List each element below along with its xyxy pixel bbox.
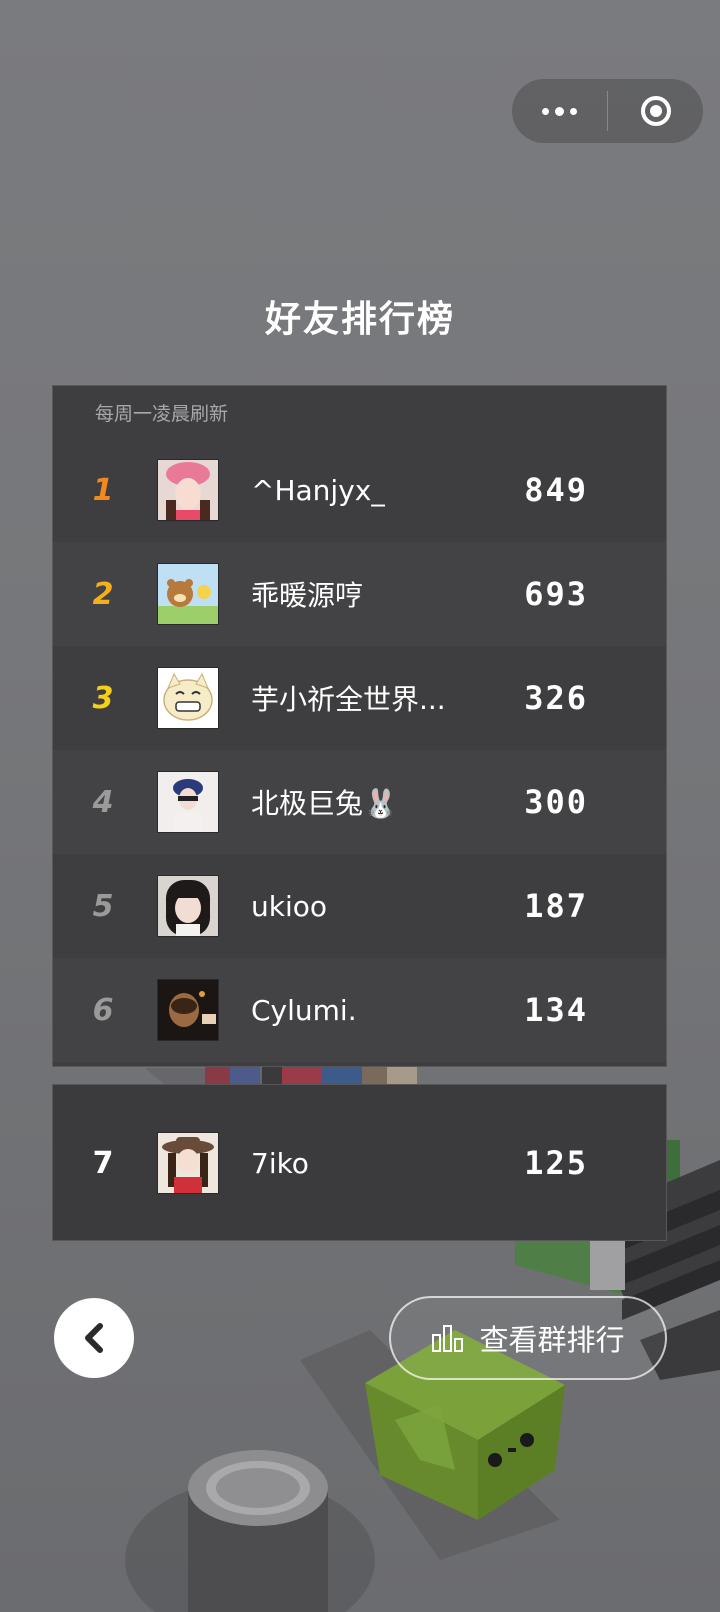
view-group-rank-button[interactable]: 查看群排行 <box>389 1296 667 1380</box>
player-score: 326 <box>524 679 588 717</box>
menu-capsule <box>512 79 703 143</box>
leaderboard-row: 6 Cylumi. 134 <box>53 958 666 1062</box>
player-score: 134 <box>524 991 588 1029</box>
rank-number: 6 <box>92 992 114 1028</box>
rank-number: 7 <box>92 1145 114 1181</box>
rank-number: 5 <box>92 888 114 924</box>
player-name: 芋小祈全世界... <box>251 683 446 716</box>
player-name: 7iko <box>251 1146 309 1180</box>
more-button[interactable] <box>512 79 607 143</box>
player-score: 187 <box>524 887 588 925</box>
bar-chart-icon <box>432 1325 464 1352</box>
player-score: 693 <box>524 575 588 613</box>
rank-number: 4 <box>92 784 114 820</box>
leaderboard-row: 4 北极巨兔🐰 300 <box>53 750 666 854</box>
avatar <box>157 459 219 521</box>
target-circle-icon <box>640 96 671 126</box>
chevron-left-icon <box>85 1323 103 1353</box>
close-button[interactable] <box>608 79 703 143</box>
leaderboard-panel: 每周一凌晨刷新 1 ^Hanjyx_ 849 2 乖暖源哼 693 3 芋小祈全… <box>52 385 667 1067</box>
player-name: 北极巨兔🐰 <box>251 787 398 820</box>
avatar <box>157 667 219 729</box>
view-group-rank-label: 查看群排行 <box>479 1323 625 1357</box>
avatar <box>157 563 219 625</box>
back-button[interactable] <box>54 1298 134 1378</box>
player-score: 300 <box>524 783 588 821</box>
avatar <box>157 1132 219 1194</box>
page-title: 好友排行榜 <box>264 299 455 340</box>
player-name: ukioo <box>251 889 328 923</box>
leaderboard-row: 5 ukioo 187 <box>53 854 666 958</box>
rank-number: 2 <box>92 576 114 612</box>
leaderboard-row: 1 ^Hanjyx_ 849 <box>53 438 666 542</box>
avatar <box>157 771 219 833</box>
rank-number: 3 <box>92 680 114 716</box>
player-score: 849 <box>524 471 588 509</box>
player-score: 125 <box>524 1144 588 1182</box>
refresh-note: 每周一凌晨刷新 <box>95 403 229 425</box>
player-name: 乖暖源哼 <box>251 579 364 612</box>
player-name: Cylumi. <box>251 993 357 1027</box>
my-rank-panel: 7 7iko 125 <box>52 1084 667 1241</box>
player-name: ^Hanjyx_ <box>251 473 386 507</box>
leaderboard-row: 3 芋小祈全世界... 326 <box>53 646 666 750</box>
more-dots-icon <box>542 106 577 116</box>
avatar <box>157 979 219 1041</box>
rank-number: 1 <box>92 472 114 508</box>
avatar <box>157 875 219 937</box>
leaderboard-row: 2 乖暖源哼 693 <box>53 542 666 646</box>
